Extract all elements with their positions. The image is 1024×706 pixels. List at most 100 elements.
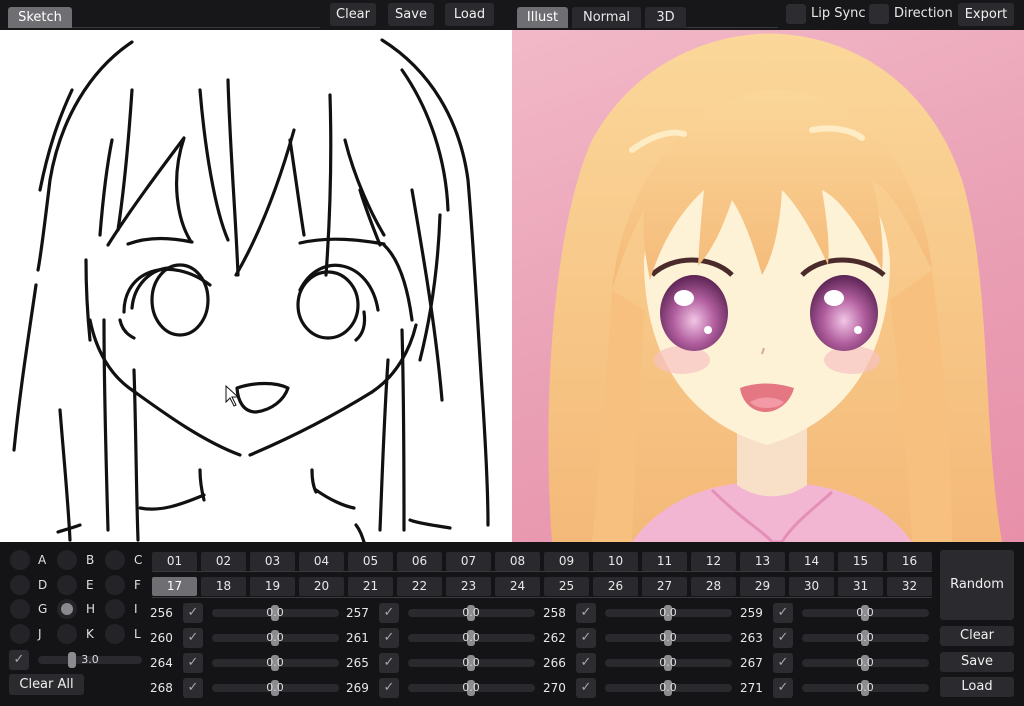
group-k-radio[interactable]: [57, 624, 77, 644]
page-button-27[interactable]: 27: [642, 577, 687, 596]
page-button-12[interactable]: 12: [691, 552, 736, 571]
param-enable-checkbox[interactable]: ✓: [379, 678, 399, 698]
param-index: 271: [740, 681, 763, 695]
param-enable-checkbox[interactable]: ✓: [773, 678, 793, 698]
page-button-21[interactable]: 21: [348, 577, 393, 596]
random-button[interactable]: Random: [940, 550, 1014, 620]
lip-sync-checkbox[interactable]: [786, 4, 806, 24]
group-f-radio[interactable]: [105, 575, 125, 595]
page-button-28[interactable]: 28: [691, 577, 736, 596]
page-button-31[interactable]: 31: [838, 577, 883, 596]
direction-label: Direction: [894, 6, 953, 21]
page-button-11[interactable]: 11: [642, 552, 687, 571]
page-button-32[interactable]: 32: [887, 577, 932, 596]
page-button-29[interactable]: 29: [740, 577, 785, 596]
sketch-load-button[interactable]: Load: [445, 3, 494, 26]
param-value: 0.0: [462, 631, 480, 644]
param-index: 269: [346, 681, 369, 695]
export-button[interactable]: Export: [958, 3, 1014, 26]
page-button-09[interactable]: 09: [544, 552, 589, 571]
page-button-14[interactable]: 14: [789, 552, 834, 571]
page-button-24[interactable]: 24: [495, 577, 540, 596]
group-l-label: L: [134, 627, 141, 641]
page-button-18[interactable]: 18: [201, 577, 246, 596]
page-button-13[interactable]: 13: [740, 552, 785, 571]
group-g-radio[interactable]: [10, 599, 30, 619]
page-button-08[interactable]: 08: [495, 552, 540, 571]
sketch-save-button[interactable]: Save: [388, 3, 434, 26]
group-e-radio[interactable]: [57, 575, 77, 595]
param-enable-checkbox[interactable]: ✓: [379, 603, 399, 623]
param-index: 266: [543, 656, 566, 670]
param-value: 0.0: [462, 656, 480, 669]
param-enable-checkbox[interactable]: ✓: [576, 628, 596, 648]
page-button-16[interactable]: 16: [887, 552, 932, 571]
group-j-radio[interactable]: [10, 624, 30, 644]
tab-3d[interactable]: 3D: [645, 7, 686, 28]
param-index: 261: [346, 631, 369, 645]
group-h-radio[interactable]: [57, 599, 77, 619]
param-enable-checkbox[interactable]: ✓: [379, 653, 399, 673]
param-enable-checkbox[interactable]: ✓: [379, 628, 399, 648]
param-enable-checkbox[interactable]: ✓: [576, 603, 596, 623]
brush-enable-checkbox[interactable]: ✓: [9, 650, 29, 670]
param-enable-checkbox[interactable]: ✓: [183, 678, 203, 698]
page-button-17[interactable]: 17: [152, 577, 197, 596]
group-c-radio[interactable]: [105, 550, 125, 570]
page-button-23[interactable]: 23: [446, 577, 491, 596]
param-index: 256: [150, 606, 173, 620]
group-b-radio[interactable]: [57, 550, 77, 570]
param-enable-checkbox[interactable]: ✓: [576, 678, 596, 698]
page-button-15[interactable]: 15: [838, 552, 883, 571]
clear-all-button[interactable]: Clear All: [9, 674, 84, 695]
view-tab-underline: [686, 27, 778, 28]
page-button-25[interactable]: 25: [544, 577, 589, 596]
brush-size-value: 3.0: [81, 653, 99, 666]
param-index: 270: [543, 681, 566, 695]
page-button-02[interactable]: 02: [201, 552, 246, 571]
param-index: 257: [346, 606, 369, 620]
page-button-06[interactable]: 06: [397, 552, 442, 571]
param-enable-checkbox[interactable]: ✓: [773, 603, 793, 623]
side-load-button[interactable]: Load: [940, 677, 1014, 697]
tab-sketch[interactable]: Sketch: [8, 7, 72, 28]
group-h-label: H: [86, 602, 96, 616]
param-value: 0.0: [266, 631, 284, 644]
page-button-10[interactable]: 10: [593, 552, 638, 571]
page-button-04[interactable]: 04: [299, 552, 344, 571]
page-button-01[interactable]: 01: [152, 552, 197, 571]
page-button-22[interactable]: 22: [397, 577, 442, 596]
direction-checkbox[interactable]: [869, 4, 889, 24]
param-index: 263: [740, 631, 763, 645]
param-enable-checkbox[interactable]: ✓: [183, 603, 203, 623]
group-j-label: J: [38, 627, 42, 641]
group-a-radio[interactable]: [10, 550, 30, 570]
page-button-30[interactable]: 30: [789, 577, 834, 596]
page-button-03[interactable]: 03: [250, 552, 295, 571]
group-d-radio[interactable]: [10, 575, 30, 595]
tab-illust[interactable]: Illust: [517, 7, 568, 28]
param-index: 262: [543, 631, 566, 645]
side-clear-button[interactable]: Clear: [940, 626, 1014, 646]
page-button-19[interactable]: 19: [250, 577, 295, 596]
param-enable-checkbox[interactable]: ✓: [183, 653, 203, 673]
param-value: 0.0: [856, 656, 874, 669]
param-enable-checkbox[interactable]: ✓: [773, 653, 793, 673]
param-index: 260: [150, 631, 173, 645]
page-button-20[interactable]: 20: [299, 577, 344, 596]
group-l-radio[interactable]: [105, 624, 125, 644]
group-i-label: I: [134, 602, 138, 616]
page-button-26[interactable]: 26: [593, 577, 638, 596]
sketch-canvas[interactable]: [0, 30, 512, 542]
param-enable-checkbox[interactable]: ✓: [183, 628, 203, 648]
tab-normal[interactable]: Normal: [572, 7, 641, 28]
side-save-button[interactable]: Save: [940, 652, 1014, 672]
param-enable-checkbox[interactable]: ✓: [773, 628, 793, 648]
param-enable-checkbox[interactable]: ✓: [576, 653, 596, 673]
group-i-radio[interactable]: [105, 599, 125, 619]
param-value: 0.0: [266, 656, 284, 669]
sketch-clear-button[interactable]: Clear: [330, 3, 376, 26]
param-index: 267: [740, 656, 763, 670]
page-button-05[interactable]: 05: [348, 552, 393, 571]
page-button-07[interactable]: 07: [446, 552, 491, 571]
